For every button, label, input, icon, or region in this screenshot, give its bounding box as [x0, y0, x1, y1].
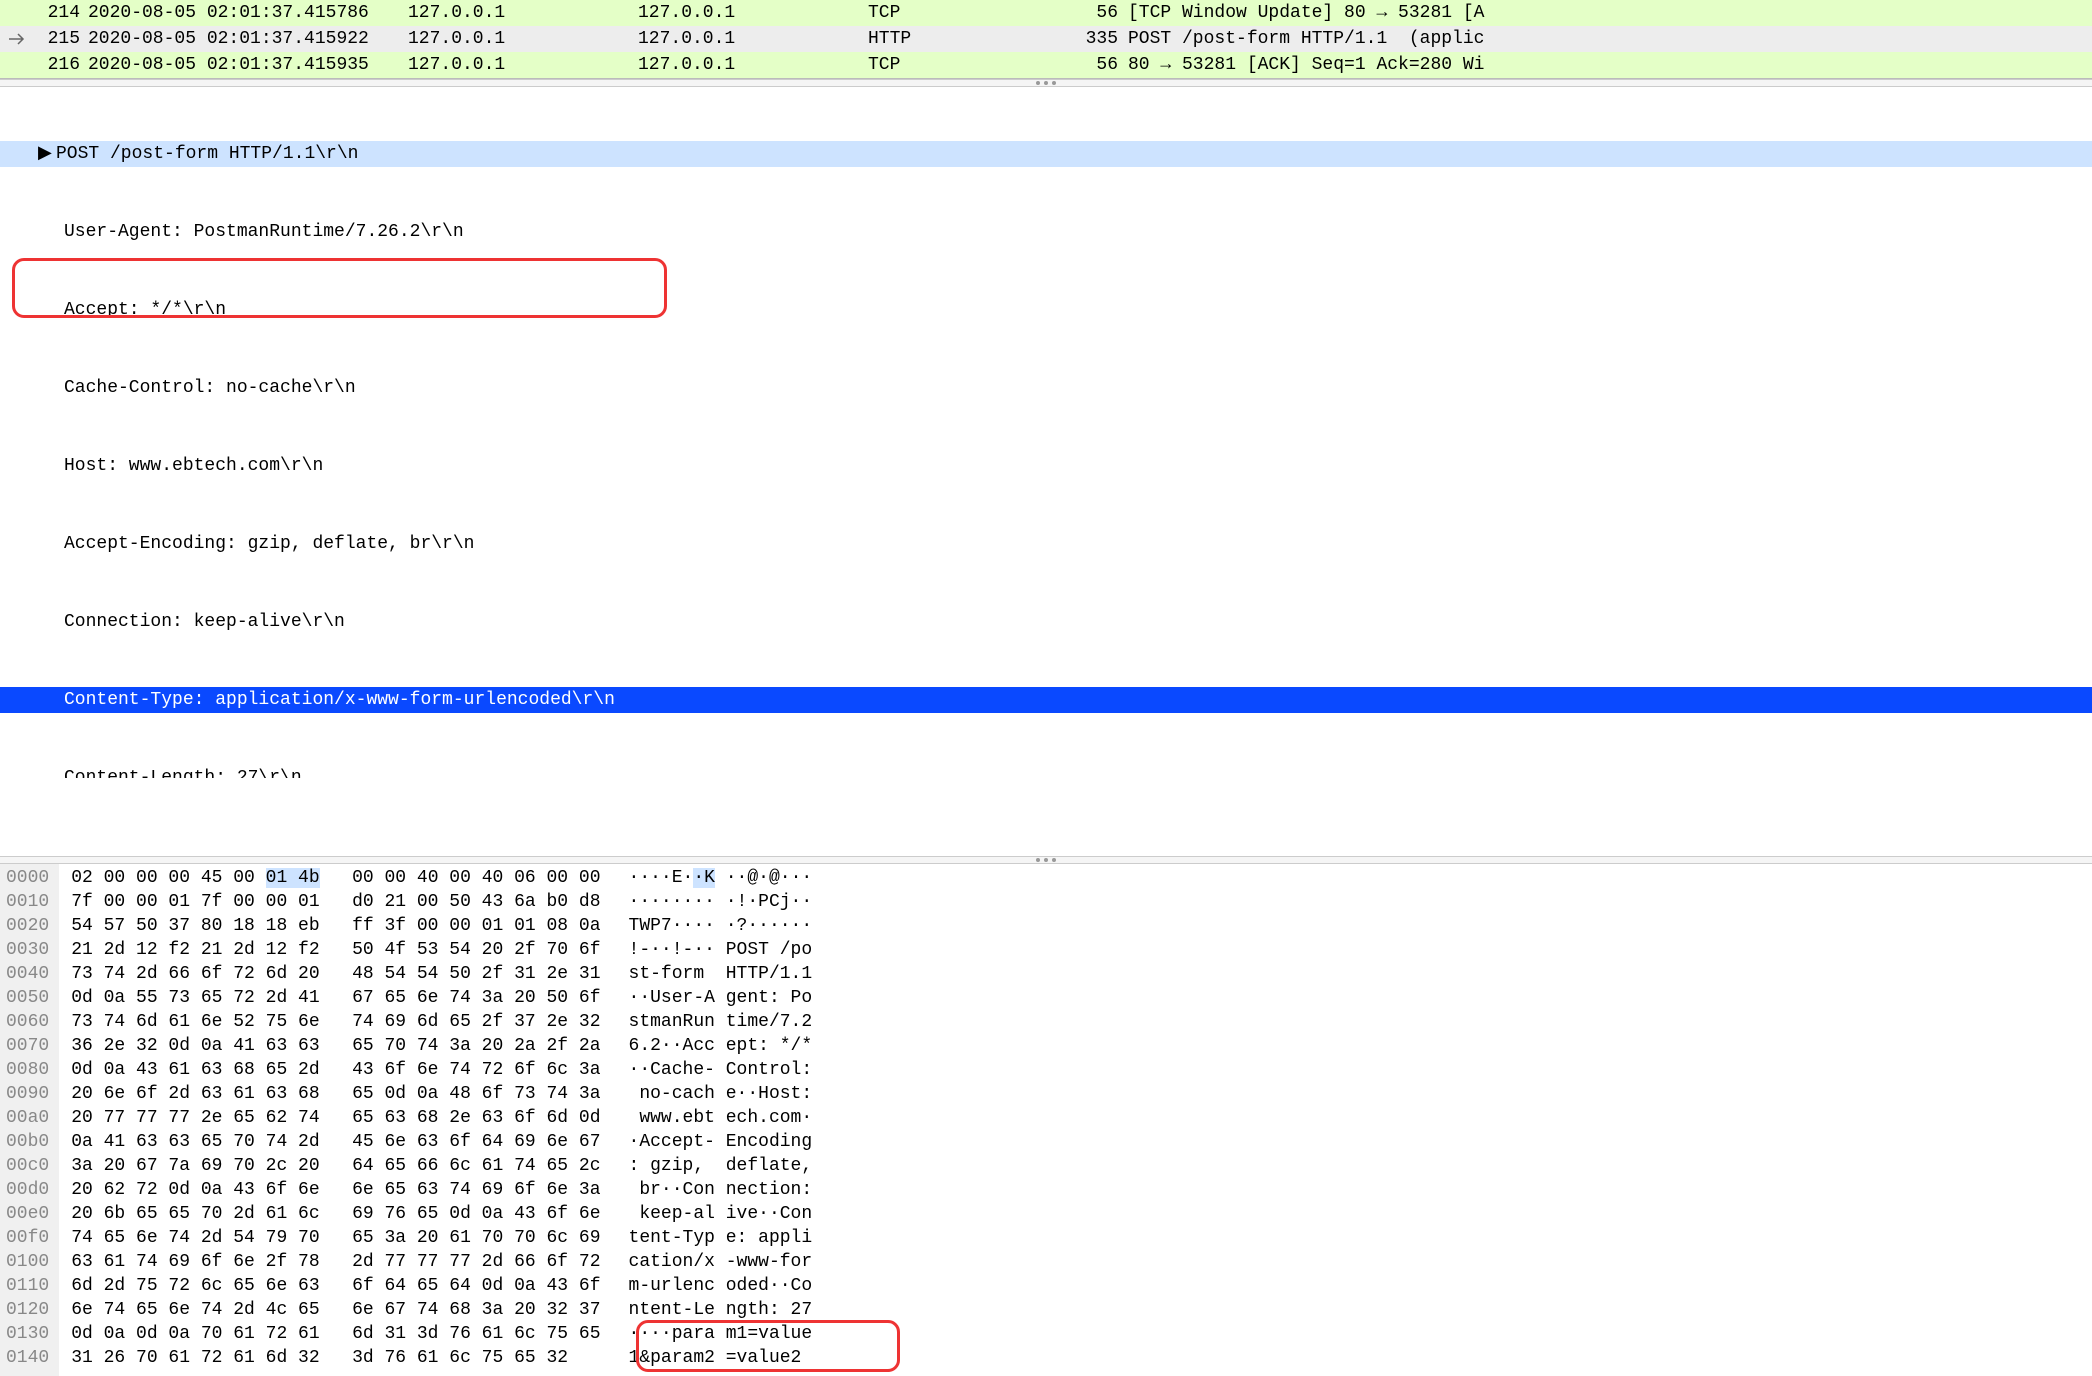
tree-label: Accept: */*\r\n [64, 300, 226, 320]
packet-dst: 127.0.0.1 [638, 0, 868, 26]
packet-list: 214 2020-08-05 02:01:37.415786 127.0.0.1… [0, 0, 2092, 79]
packet-src: 127.0.0.1 [408, 26, 638, 52]
packet-row[interactable]: 215 2020-08-05 02:01:37.415922 127.0.0.1… [0, 26, 2092, 52]
packet-proto: HTTP [868, 26, 1068, 52]
packet-row[interactable]: 214 2020-08-05 02:01:37.415786 127.0.0.1… [0, 0, 2092, 26]
packet-no: 216 [32, 52, 88, 78]
tree-label: Connection: keep-alive\r\n [64, 612, 345, 632]
tree-label: User-Agent: PostmanRuntime/7.26.2\r\n [64, 222, 464, 242]
tree-item-content-type[interactable]: Content-Type: application/x-www-form-url… [0, 687, 2092, 713]
row-marker [4, 52, 32, 78]
packet-dst: 127.0.0.1 [638, 26, 868, 52]
tree-item-accept[interactable]: Accept: */*\r\n [0, 297, 2092, 323]
packet-info: POST /post-form HTTP/1.1 (applic [1128, 26, 2088, 52]
packet-time: 2020-08-05 02:01:37.415786 [88, 0, 408, 26]
packet-src: 127.0.0.1 [408, 0, 638, 26]
packet-no: 214 [32, 0, 88, 26]
horizontal-splitter[interactable] [0, 856, 2092, 864]
packet-len: 56 [1068, 52, 1128, 78]
tree-item-post-line[interactable]: ▶POST /post-form HTTP/1.1\r\n [0, 141, 2092, 167]
tree-label: Cache-Control: no-cache\r\n [64, 378, 356, 398]
packet-dst: 127.0.0.1 [638, 52, 868, 78]
packet-len: 335 [1068, 26, 1128, 52]
tree-item-connection[interactable]: Connection: keep-alive\r\n [0, 609, 2092, 635]
tree-label: Content-Length: 27\r\n [64, 768, 302, 778]
hex-dump-pane: 0000 0010 0020 0030 0040 0050 0060 0070 … [0, 864, 2092, 1376]
tree-item-accept-encoding[interactable]: Accept-Encoding: gzip, deflate, br\r\n [0, 531, 2092, 557]
packet-src: 127.0.0.1 [408, 52, 638, 78]
row-marker [4, 0, 32, 26]
packet-no: 215 [32, 26, 88, 52]
packet-time: 2020-08-05 02:01:37.415922 [88, 26, 408, 52]
tree-item-cache-control[interactable]: Cache-Control: no-cache\r\n [0, 375, 2092, 401]
tree-item-user-agent[interactable]: User-Agent: PostmanRuntime/7.26.2\r\n [0, 219, 2092, 245]
tree-label: Accept-Encoding: gzip, deflate, br\r\n [64, 534, 474, 554]
hex-bytes-column[interactable]: 02 00 00 00 45 00 01 4b 00 00 40 00 40 0… [59, 864, 600, 1376]
tree-label: POST /post-form HTTP/1.1\r\n [56, 144, 358, 164]
current-row-arrow-icon [4, 26, 32, 52]
packet-len: 56 [1068, 0, 1128, 26]
hex-offsets-column: 0000 0010 0020 0030 0040 0050 0060 0070 … [0, 864, 59, 1376]
tree-item-host[interactable]: Host: www.ebtech.com\r\n [0, 453, 2092, 479]
tree-label: Host: www.ebtech.com\r\n [64, 456, 323, 476]
tree-label: Content-Type: application/x-www-form-url… [64, 690, 615, 710]
packet-proto: TCP [868, 52, 1068, 78]
expand-arrow-icon[interactable]: ▶ [38, 141, 56, 167]
packet-details-tree: ▶POST /post-form HTTP/1.1\r\n User-Agent… [0, 87, 2092, 856]
packet-row[interactable]: 216 2020-08-05 02:01:37.415935 127.0.0.1… [0, 52, 2092, 78]
horizontal-splitter[interactable] [0, 79, 2092, 87]
packet-info: 80 → 53281 [ACK] Seq=1 Ack=280 Wi [1128, 52, 2088, 78]
packet-info: [TCP Window Update] 80 → 53281 [A [1128, 0, 2088, 26]
tree-item-content-length[interactable]: Content-Length: 27\r\n [0, 765, 2092, 778]
packet-time: 2020-08-05 02:01:37.415935 [88, 52, 408, 78]
hex-ascii-column[interactable]: ····E··K ··@·@··········· ·!·PCj··TWP7··… [601, 864, 813, 1376]
packet-proto: TCP [868, 0, 1068, 26]
